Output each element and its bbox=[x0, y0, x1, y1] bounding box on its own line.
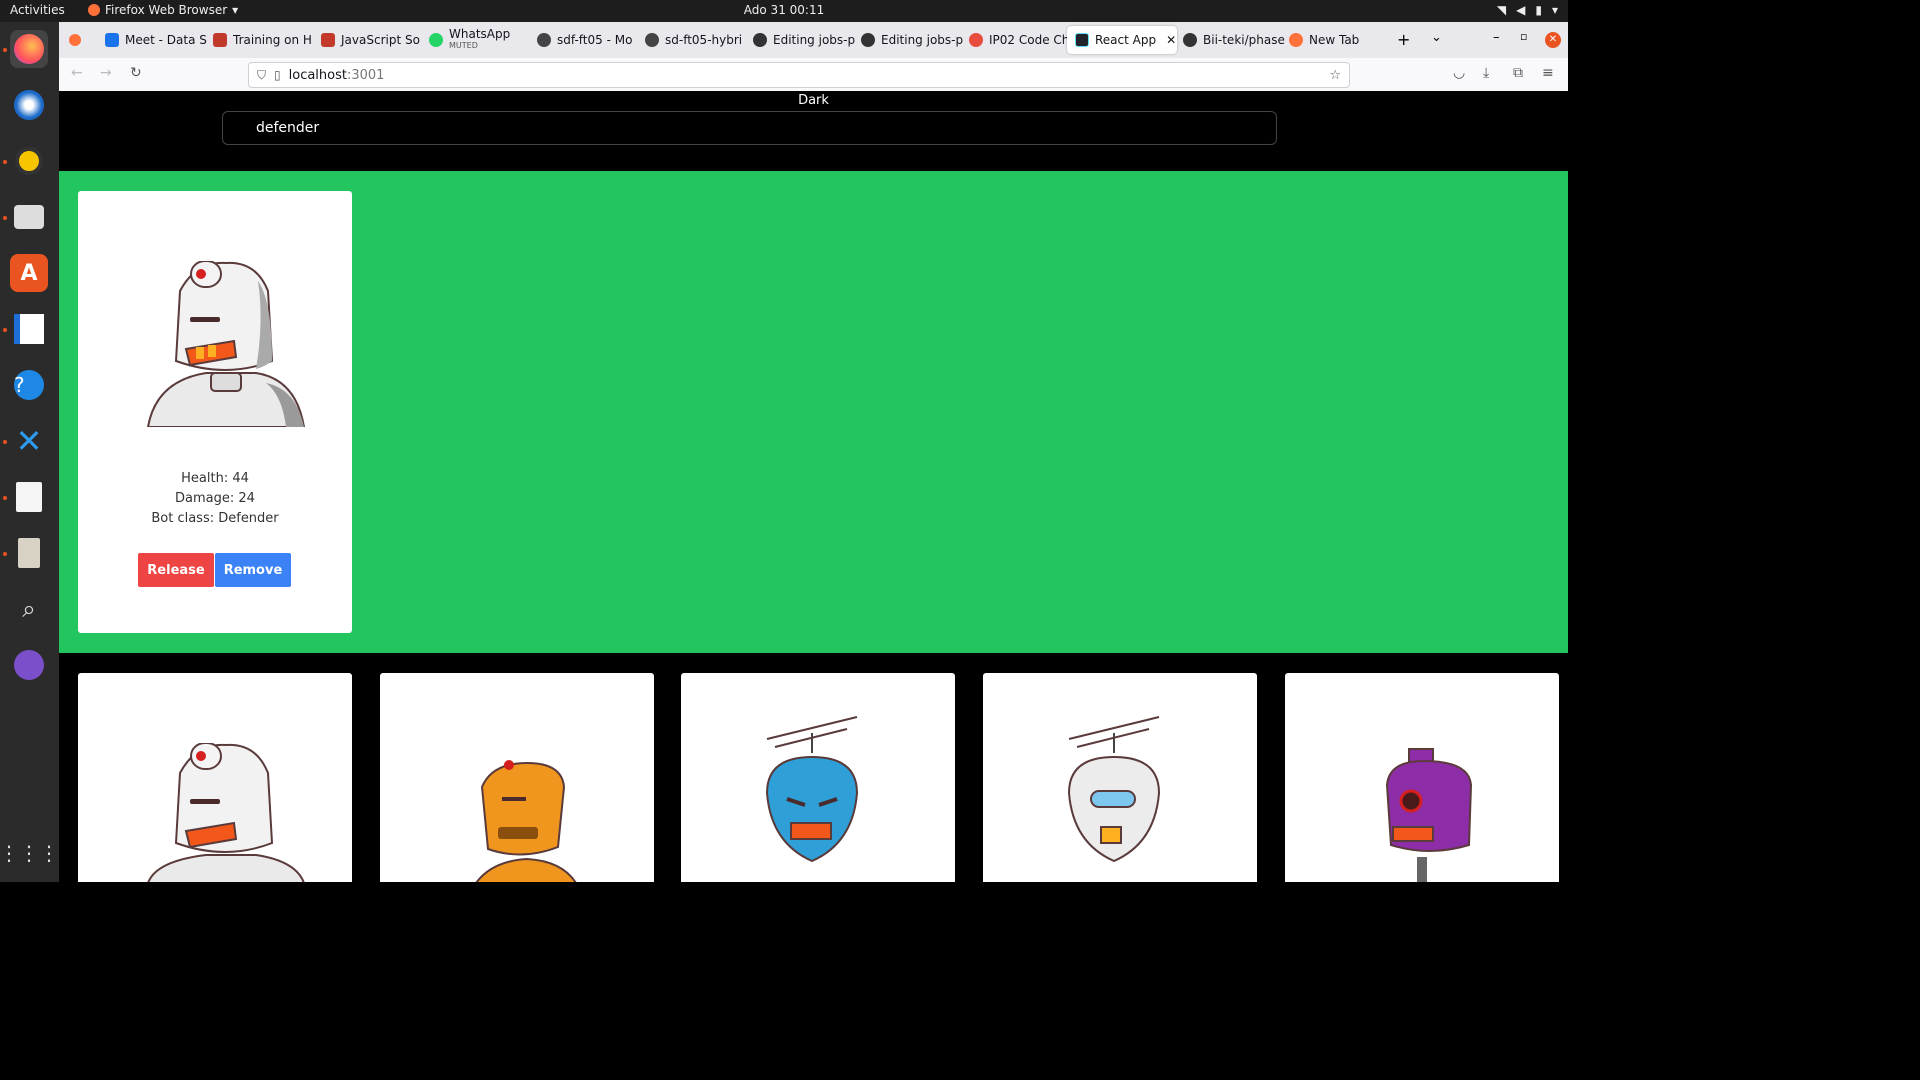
running-indicator bbox=[3, 496, 7, 500]
forward-icon[interactable]: → bbox=[100, 65, 112, 81]
running-indicator bbox=[3, 440, 7, 444]
white-robot-avatar bbox=[147, 743, 305, 882]
dock: A ? ✕ ⌕ ⋮⋮⋮ bbox=[0, 22, 59, 882]
bot-health: Health: 44 bbox=[181, 471, 249, 486]
tab-bii-teki[interactable]: Bii-teki/phase bbox=[1175, 26, 1291, 54]
software-center-icon[interactable]: A bbox=[10, 254, 48, 292]
bot-card[interactable] bbox=[380, 673, 654, 882]
tab-ip02[interactable]: IP02 Code Ch bbox=[961, 26, 1077, 54]
files-icon[interactable] bbox=[10, 198, 48, 236]
volume-icon: ◀ bbox=[1516, 3, 1526, 17]
meet-icon bbox=[105, 33, 119, 47]
your-bot-army: Health: 44 Damage: 24 Bot class: Defende… bbox=[59, 171, 1568, 653]
tab-sdf-ft05[interactable]: sdf-ft05 - Mo bbox=[529, 26, 645, 54]
firefox-view-icon[interactable] bbox=[69, 34, 81, 46]
tab-editing-jobs-2[interactable]: Editing jobs-p bbox=[853, 26, 969, 54]
firefox-icon[interactable] bbox=[10, 30, 48, 68]
search-icon[interactable]: ⌕ bbox=[10, 590, 48, 628]
site-icon bbox=[537, 33, 551, 47]
url-bar[interactable]: ⛉ ▯ localhost:3001 ☆ bbox=[248, 62, 1350, 88]
running-indicator bbox=[3, 216, 7, 220]
wifi-icon: ◥ bbox=[1496, 3, 1507, 17]
running-indicator bbox=[3, 160, 7, 164]
purple-robot-avatar bbox=[1385, 748, 1473, 882]
bot-class: Bot class: Defender bbox=[151, 511, 279, 526]
bot-card[interactable] bbox=[78, 673, 352, 882]
shield-icon: ⛉ bbox=[257, 67, 267, 82]
tab-bar: Meet - Data S Training on H JavaScript S… bbox=[59, 22, 1568, 58]
chevron-down-icon: ▾ bbox=[1551, 3, 1558, 17]
system-tray[interactable]: ◥ ◀ ▮ ▾ bbox=[1497, 3, 1558, 17]
bookmark-star-icon[interactable]: ☆ bbox=[1329, 68, 1341, 83]
silver-robot-avatar bbox=[1067, 716, 1161, 863]
firefox-icon bbox=[1289, 33, 1303, 47]
back-icon[interactable]: ← bbox=[71, 65, 83, 81]
bot-card[interactable] bbox=[983, 673, 1257, 882]
show-applications-icon[interactable]: ⋮⋮⋮ bbox=[0, 834, 59, 872]
writer-icon[interactable] bbox=[10, 310, 48, 348]
running-indicator bbox=[3, 48, 7, 52]
tab-whatsapp[interactable]: WhatsApp MUTED bbox=[421, 26, 537, 54]
clock[interactable]: Ado 31 00:11 bbox=[0, 3, 1568, 17]
orange-robot-avatar bbox=[475, 760, 577, 882]
page-content: Dark defender Health: 44 Damage: 24 Bot … bbox=[59, 91, 1568, 882]
maximize-icon[interactable]: ▫ bbox=[1520, 30, 1527, 43]
site-icon bbox=[969, 33, 983, 47]
tab-meet[interactable]: Meet - Data S bbox=[97, 26, 213, 54]
tab-sd-ft05[interactable]: sd-ft05-hybri bbox=[637, 26, 753, 54]
url-port: :3001 bbox=[346, 67, 385, 83]
close-window-icon[interactable]: ✕ bbox=[1545, 32, 1561, 48]
pocket-icon[interactable]: ◡ bbox=[1453, 65, 1465, 81]
help-icon[interactable]: ? bbox=[10, 366, 48, 404]
react-icon bbox=[1075, 33, 1089, 47]
github-icon bbox=[861, 33, 875, 47]
document-viewer-icon[interactable] bbox=[10, 478, 48, 516]
vscode-icon[interactable]: ✕ bbox=[10, 422, 48, 460]
tab-react-app[interactable]: React App ✕ bbox=[1067, 26, 1177, 54]
battery-icon: ▮ bbox=[1535, 3, 1542, 17]
url-host: localhost bbox=[288, 67, 347, 83]
army-bot-card[interactable]: Health: 44 Damage: 24 Bot class: Defende… bbox=[78, 191, 352, 633]
search-input[interactable]: defender bbox=[222, 111, 1277, 145]
running-indicator bbox=[3, 328, 7, 332]
site-icon bbox=[645, 33, 659, 47]
new-tab-icon[interactable]: + bbox=[1397, 30, 1410, 49]
running-indicator bbox=[3, 552, 7, 556]
bot-card[interactable] bbox=[1285, 673, 1559, 882]
list-tabs-icon[interactable]: ⌄ bbox=[1431, 30, 1442, 45]
bot-damage: Damage: 24 bbox=[175, 491, 255, 506]
page-icon: ▯ bbox=[274, 68, 281, 82]
archive-icon[interactable] bbox=[10, 534, 48, 572]
navigation-bar: ← → ↻ ⛉ ▯ localhost:3001 ☆ ◡ ⤓ ⧉ ≡ bbox=[59, 58, 1568, 92]
release-button[interactable]: Release bbox=[138, 553, 214, 587]
system-top-bar: Activities Firefox Web Browser ▾ Ado 31 … bbox=[0, 0, 1568, 22]
tab-javascript[interactable]: JavaScript So bbox=[313, 26, 429, 54]
bot-stats: Health: 44 Damage: 24 Bot class: Defende… bbox=[78, 469, 352, 529]
menu-icon[interactable]: ≡ bbox=[1542, 65, 1554, 81]
blue-robot-avatar bbox=[765, 716, 859, 863]
site-icon bbox=[213, 33, 227, 47]
tab-training[interactable]: Training on H bbox=[205, 26, 321, 54]
github-icon bbox=[1183, 33, 1197, 47]
theme-toggle[interactable]: Dark bbox=[59, 93, 1568, 108]
minimize-icon[interactable]: – bbox=[1493, 30, 1500, 45]
robot-avatar bbox=[146, 261, 306, 427]
remove-button[interactable]: Remove bbox=[215, 553, 291, 587]
rhythmbox-icon[interactable] bbox=[10, 142, 48, 180]
github-icon bbox=[753, 33, 767, 47]
browser-app-icon[interactable] bbox=[10, 646, 48, 684]
whatsapp-icon bbox=[429, 33, 443, 47]
tab-editing-jobs-1[interactable]: Editing jobs-p bbox=[745, 26, 861, 54]
bot-card[interactable] bbox=[681, 673, 955, 882]
reload-icon[interactable]: ↻ bbox=[130, 65, 142, 81]
extensions-icon[interactable]: ⧉ bbox=[1513, 65, 1523, 81]
site-icon bbox=[321, 33, 335, 47]
thunderbird-icon[interactable] bbox=[10, 86, 48, 124]
tab-new-tab[interactable]: New Tab bbox=[1281, 26, 1397, 54]
downloads-icon[interactable]: ⤓ bbox=[1483, 65, 1489, 81]
